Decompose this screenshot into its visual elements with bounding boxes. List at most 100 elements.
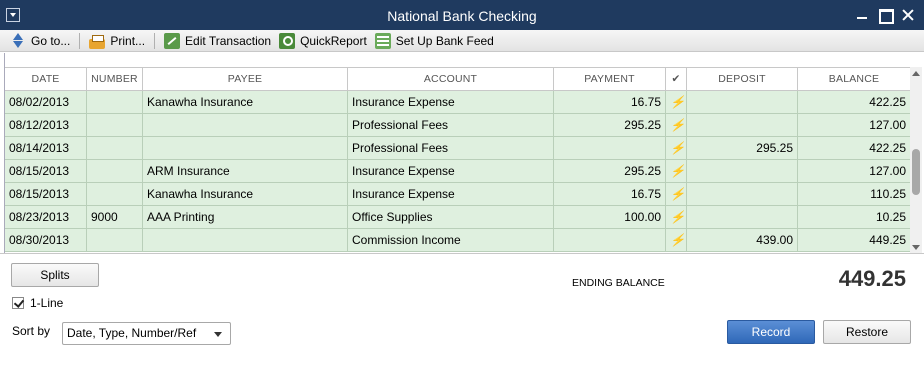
vertical-scrollbar[interactable] [910,67,922,253]
set-up-bank-feed-label: Set Up Bank Feed [395,33,494,48]
cell-deposit[interactable]: 295.25 [687,137,798,159]
toolbar-separator [79,32,81,49]
column-header-balance[interactable]: BALANCE [798,68,911,90]
restore-button[interactable]: Restore [823,320,911,344]
print-icon [89,34,106,49]
print-label: Print... [110,33,146,48]
cell-account[interactable]: Professional Fees [348,114,554,136]
cell-payee[interactable]: ARM Insurance [143,160,348,182]
column-header-payee[interactable]: PAYEE [143,68,348,90]
table-row[interactable]: 08/15/2013 Kanawha Insurance Insurance Exp… [5,183,911,206]
column-header-deposit[interactable]: DEPOSIT [687,68,798,90]
cell-balance[interactable]: 127.00 [798,114,911,136]
one-line-checkbox[interactable]: 1-Line [12,296,63,310]
cell-date[interactable]: 08/02/2013 [5,91,87,113]
cell-deposit[interactable] [687,114,798,136]
cell-deposit[interactable] [687,160,798,182]
cell-deposit[interactable] [687,183,798,205]
cell-balance[interactable]: 10.25 [798,206,911,228]
cell-number[interactable] [87,229,143,251]
chevron-down-icon [214,332,222,337]
scroll-up-icon[interactable] [912,71,920,76]
cell-account[interactable]: Insurance Expense [348,91,554,113]
print-button[interactable]: Print... [85,31,149,51]
cell-cleared[interactable]: ⚡ [666,183,687,205]
scroll-down-icon[interactable] [912,245,920,250]
cell-date[interactable]: 08/30/2013 [5,229,87,251]
cell-number[interactable] [87,137,143,159]
cell-account[interactable]: Professional Fees [348,137,554,159]
cell-number[interactable] [87,91,143,113]
quickreport-button[interactable]: QuickReport [275,31,371,51]
cell-deposit[interactable]: 439.00 [687,229,798,251]
cell-account[interactable]: Office Supplies [348,206,554,228]
cell-date[interactable]: 08/23/2013 [5,206,87,228]
cell-payee[interactable] [143,137,348,159]
table-row[interactable]: 08/15/2013 ARM Insurance Insurance Expense… [5,160,911,183]
cell-balance[interactable]: 422.25 [798,137,911,159]
cell-payee[interactable]: AAA Printing [143,206,348,228]
go-to-button[interactable]: Go to... [6,31,74,51]
cell-payee[interactable] [143,229,348,251]
cell-balance[interactable]: 449.25 [798,229,911,251]
table-row[interactable]: 08/02/2013 Kanawha Insurance Insurance Exp… [5,91,911,114]
cell-balance[interactable]: 110.25 [798,183,911,205]
cell-number[interactable] [87,160,143,182]
toolbar: Go to... Print... Edit Transaction Quick… [0,30,924,52]
splits-button[interactable]: Splits [11,263,99,287]
column-header-cleared[interactable]: ✔ [666,68,687,90]
cell-account[interactable]: Insurance Expense [348,160,554,182]
column-header-date[interactable]: DATE [5,68,87,90]
cell-number[interactable]: 9000 [87,206,143,228]
cell-deposit[interactable] [687,91,798,113]
cell-cleared[interactable]: ⚡ [666,206,687,228]
cell-deposit[interactable] [687,206,798,228]
set-up-bank-feed-button[interactable]: Set Up Bank Feed [371,31,498,51]
cell-number[interactable] [87,114,143,136]
cell-payment[interactable]: 295.25 [554,114,666,136]
title-bar: National Bank Checking [0,0,924,30]
column-header-account[interactable]: ACCOUNT [348,68,554,90]
cell-payment[interactable] [554,137,666,159]
cell-balance[interactable]: 127.00 [798,160,911,182]
record-button[interactable]: Record [727,320,815,344]
cell-date[interactable]: 08/12/2013 [5,114,87,136]
cell-payee[interactable]: Kanawha Insurance [143,91,348,113]
cell-cleared[interactable]: ⚡ [666,229,687,251]
cell-cleared[interactable]: ⚡ [666,114,687,136]
cell-payment[interactable]: 295.25 [554,160,666,182]
cell-number[interactable] [87,183,143,205]
cell-date[interactable]: 08/15/2013 [5,160,87,182]
cell-payment[interactable]: 16.75 [554,91,666,113]
maximize-icon[interactable] [875,5,895,25]
edit-transaction-button[interactable]: Edit Transaction [160,31,275,51]
cell-cleared[interactable]: ⚡ [666,160,687,182]
sort-by-select[interactable]: Date, Type, Number/Ref [62,322,231,345]
cell-date[interactable]: 08/14/2013 [5,137,87,159]
table-row[interactable]: 08/23/2013 9000 AAA Printing Office Supplie… [5,206,911,229]
cell-account[interactable]: Commission Income [348,229,554,251]
table-row[interactable]: 08/12/2013 Professional Fees 295.25 ⚡ 127.00 [5,114,911,137]
goto-icon [10,32,26,49]
cell-payee[interactable] [143,114,348,136]
table-row[interactable]: 08/14/2013 Professional Fees ⚡ 295.25 422.25 [5,137,911,160]
cell-date[interactable]: 08/15/2013 [5,183,87,205]
cell-cleared[interactable]: ⚡ [666,137,687,159]
close-icon[interactable] [898,5,918,25]
cell-account[interactable]: Insurance Expense [348,183,554,205]
minimize-icon[interactable] [852,5,872,25]
checkbox-checked-icon[interactable] [12,297,24,309]
cell-balance[interactable]: 422.25 [798,91,911,113]
cell-cleared[interactable]: ⚡ [666,91,687,113]
cell-payee[interactable]: Kanawha Insurance [143,183,348,205]
scroll-thumb[interactable] [912,149,920,195]
cell-payment[interactable]: 16.75 [554,183,666,205]
toolbar-separator [154,32,156,49]
column-header-number[interactable]: NUMBER [87,68,143,90]
cell-payment[interactable] [554,229,666,251]
quickreport-icon [279,32,296,49]
column-header-payment[interactable]: PAYMENT [554,68,666,90]
cell-payment[interactable]: 100.00 [554,206,666,228]
table-row[interactable]: 08/30/2013 Commission Income ⚡ 439.00 449.25 [5,229,911,252]
ending-balance-label: ENDING BALANCE [572,277,665,289]
